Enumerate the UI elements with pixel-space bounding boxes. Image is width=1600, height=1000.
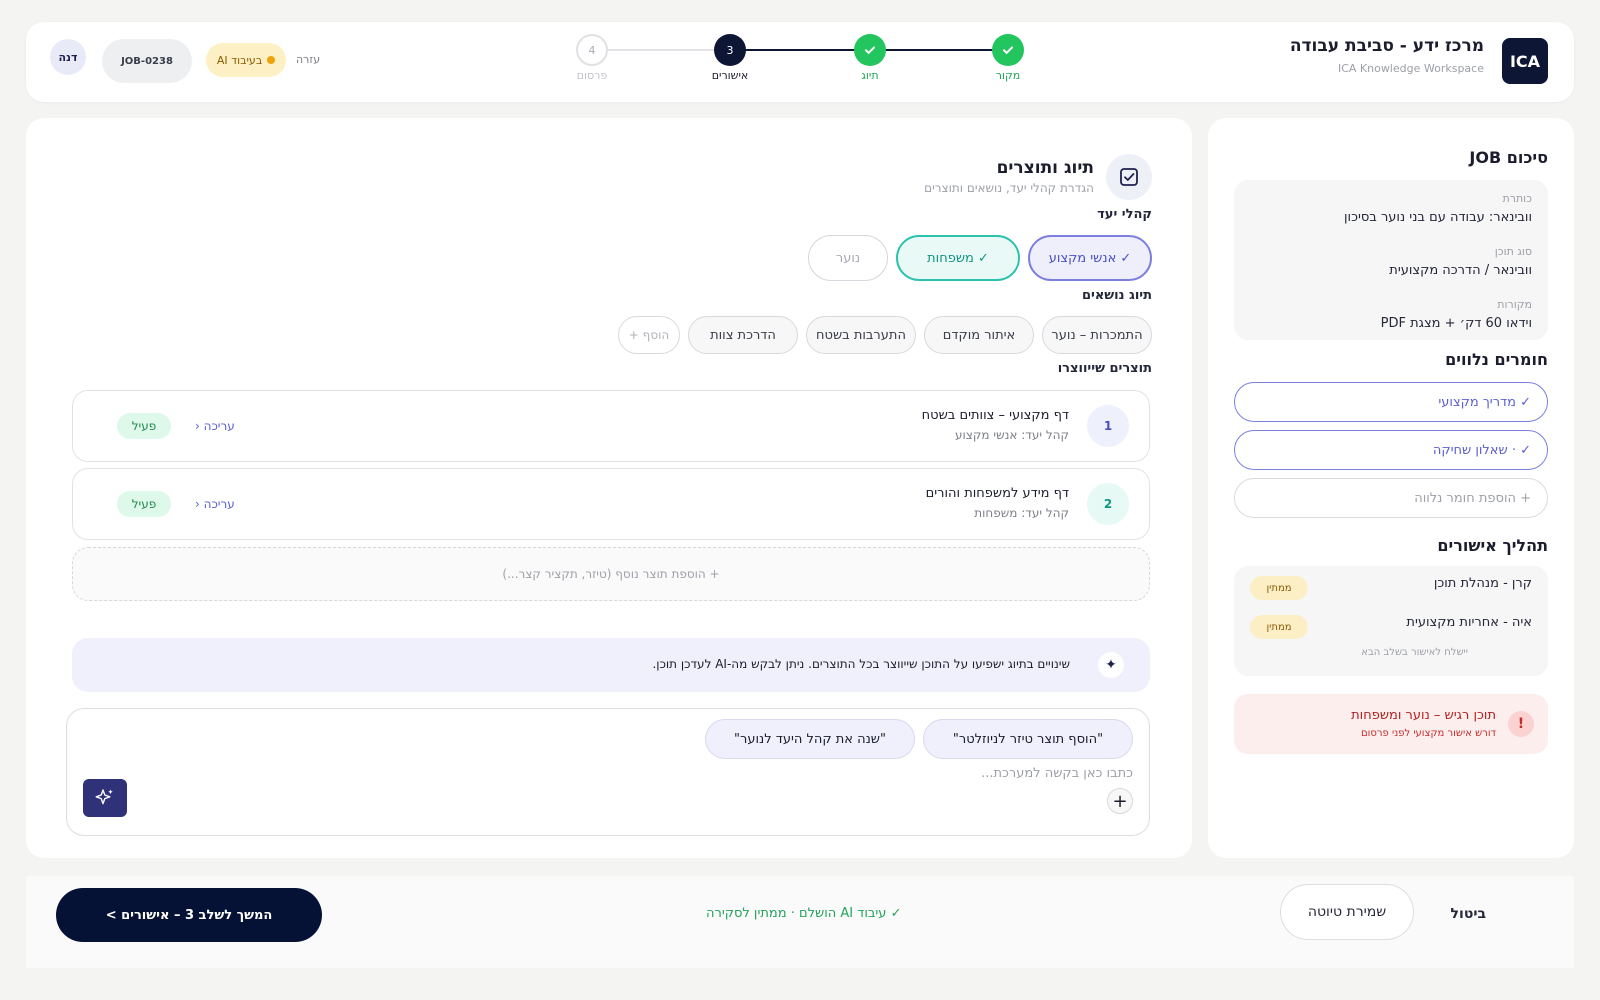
step-approvals-label: אישורים — [711, 69, 749, 82]
approver-name: קרן - מנהלת תוכן — [1433, 576, 1532, 591]
topic-chip[interactable]: התמכרות – נוער — [1042, 316, 1152, 354]
ai-info-banner: ✦ שינויים בתיוג ישפיעו על התוכן שייווצר … — [72, 638, 1150, 692]
topic-chip[interactable]: הדרכת צוות — [688, 316, 798, 354]
summary-label: סוג תוכן — [1494, 245, 1532, 258]
edit-product-link[interactable]: עריכה ‹ — [195, 497, 235, 511]
status-badge: פעיל — [117, 491, 171, 517]
ai-composer: "הוסף תוצר טיזר לניוזלטר" "שנה את קהל הי… — [66, 708, 1150, 836]
check-icon — [865, 46, 875, 54]
summary-label: מקורות — [1497, 298, 1532, 311]
alert-title: תוכן רגיש – נוער ומשפחות — [1351, 708, 1496, 723]
approver-name: איה - אחריות מקצועית — [1406, 615, 1532, 630]
status-dot-icon — [267, 56, 276, 64]
sparkle-icon: ✦ — [1098, 652, 1124, 678]
composer-input[interactable] — [133, 763, 1133, 783]
top-header: ICA מרכז ידע - סביבת עבודה ICA Knowledge… — [26, 22, 1574, 102]
topic-chip[interactable]: איתור מוקדם — [924, 316, 1034, 354]
suggestion-chip[interactable]: "שנה את קהל היעד לנוער" — [705, 719, 915, 759]
material-item[interactable]: ✓ מדריך מקצועי — [1234, 382, 1548, 422]
next-step-button[interactable]: המשך לשלב 3 – אישורים > — [56, 888, 322, 942]
step-publish[interactable]: 4 — [576, 34, 608, 66]
attach-plus-icon[interactable]: + — [1107, 788, 1133, 814]
app-subtitle: ICA Knowledge Workspace — [1337, 62, 1484, 75]
help-link[interactable]: עזרה — [296, 53, 320, 66]
approvals-note: יישלח לאישור בשלב הבא — [1361, 647, 1468, 658]
job-id-badge[interactable]: JOB-0238 — [102, 39, 192, 83]
check-icon — [1003, 46, 1013, 54]
product-audience: קהל יעד: משפחות — [974, 506, 1069, 520]
section-subtitle: הגדרת קהלי יעד, נושאים ותוצרים — [924, 181, 1094, 195]
status-badge: פעיל — [117, 413, 171, 439]
product-audience: קהל יעד: אנשי מקצוע — [955, 428, 1069, 442]
step-source-label: מקור — [995, 69, 1021, 82]
audience-chip-professionals[interactable]: ✓ אנשי מקצוע — [1028, 235, 1152, 281]
section-title: תיוג ותוצרים — [996, 158, 1094, 178]
save-draft-button[interactable]: שמירת טיוטה — [1280, 884, 1414, 940]
alert-icon: ! — [1508, 711, 1534, 737]
info-text: שינויים בתיוג ישפיעו על התוכן שייווצר בכ… — [652, 657, 1070, 671]
step-tagging[interactable] — [854, 34, 886, 66]
suggestion-chip[interactable]: "הוסף תוצר טיזר לניוזלטר" — [923, 719, 1133, 759]
step-publish-label: פרסום — [576, 69, 608, 82]
audience-chip-youth[interactable]: נוער — [808, 235, 888, 281]
summary-value: וובינאר: עבודה עם בני נוער בסיכון — [1344, 210, 1532, 225]
product-title: דף מידע למשפחות והורים — [925, 486, 1069, 501]
user-avatar[interactable]: דנה — [50, 39, 86, 75]
ai-sparkle-button[interactable] — [83, 779, 127, 817]
audience-chip-families[interactable]: ✓ משפחות — [896, 235, 1020, 281]
ai-status-label: בעיבוד AI — [216, 53, 263, 67]
add-topic-button[interactable]: + הוסף — [618, 316, 680, 354]
tagging-panel: תיוג ותוצרים הגדרת קהלי יעד, נושאים ותוצ… — [26, 118, 1192, 858]
add-material-button[interactable]: + הוספת חומר נלווה — [1234, 478, 1548, 518]
footer-bar: ביטול שמירת טיוטה ✓ עיבוד AI הושלם · ממת… — [26, 876, 1574, 968]
step-tagging-label: תיוג — [861, 69, 879, 82]
edit-product-link[interactable]: עריכה ‹ — [195, 419, 235, 433]
products-label: תוצרים שייווצרו — [1057, 361, 1152, 376]
ai-status-badge: בעיבוד AI — [206, 43, 286, 77]
product-title: דף מקצועי – צוותים בשטח — [921, 408, 1069, 423]
summary-label: כותרת — [1502, 192, 1532, 205]
product-card[interactable]: 2 דף מידע למשפחות והורים קהל יעד: משפחות… — [72, 468, 1150, 540]
cancel-button[interactable]: ביטול — [1451, 906, 1486, 922]
topics-label: תיוג נושאים — [1081, 288, 1152, 303]
app-logo: ICA — [1502, 38, 1548, 84]
ai-complete-status: ✓ עיבוד AI הושלם · ממתין לסקירה — [706, 906, 902, 921]
topic-chip[interactable]: התערבות בשטח — [806, 316, 916, 354]
add-product-button[interactable]: + הוספת תוצר נוסף (טיזר, תקציר קצר...) — [72, 547, 1150, 601]
product-card[interactable]: 1 דף מקצועי – צוותים בשטח קהל יעד: אנשי … — [72, 390, 1150, 462]
summary-value: וובינאר / הדרכה מקצועית — [1389, 263, 1532, 278]
sparkle-icon — [95, 789, 113, 805]
pending-badge: ממתין — [1250, 615, 1308, 639]
step-source[interactable] — [992, 34, 1024, 66]
summary-box: כותרת וובינאר: עבודה עם בני נוער בסיכון … — [1234, 180, 1548, 340]
pending-badge: ממתין — [1250, 576, 1308, 600]
product-number: 2 — [1087, 483, 1129, 525]
alert-subtitle: דורש אישור מקצועי לפני פרסום — [1361, 728, 1496, 739]
approvals-box: קרן - מנהלת תוכן ממתין איה - אחריות מקצו… — [1234, 566, 1548, 676]
material-item[interactable]: ✓ · שאלון שחיקה — [1234, 430, 1548, 470]
step-approvals[interactable]: 3 — [714, 34, 746, 66]
product-number: 1 — [1087, 405, 1129, 447]
audience-label: קהלי יעד — [1097, 207, 1152, 222]
job-summary-panel: סיכום JOB כותרת וובינאר: עבודה עם בני נו… — [1208, 118, 1574, 858]
sensitive-content-alert: ! תוכן רגיש – נוער ומשפחות דורש אישור מק… — [1234, 694, 1548, 754]
approvals-title: תהליך אישורים — [1437, 536, 1548, 555]
app-title: מרכז ידע - סביבת עבודה — [1289, 36, 1484, 56]
checkbox-icon — [1106, 154, 1152, 200]
summary-value: וידאו 60 דק׳ + מצגת PDF — [1380, 316, 1532, 331]
summary-title: סיכום JOB — [1469, 148, 1548, 167]
materials-title: חומרים נלווים — [1445, 350, 1548, 369]
